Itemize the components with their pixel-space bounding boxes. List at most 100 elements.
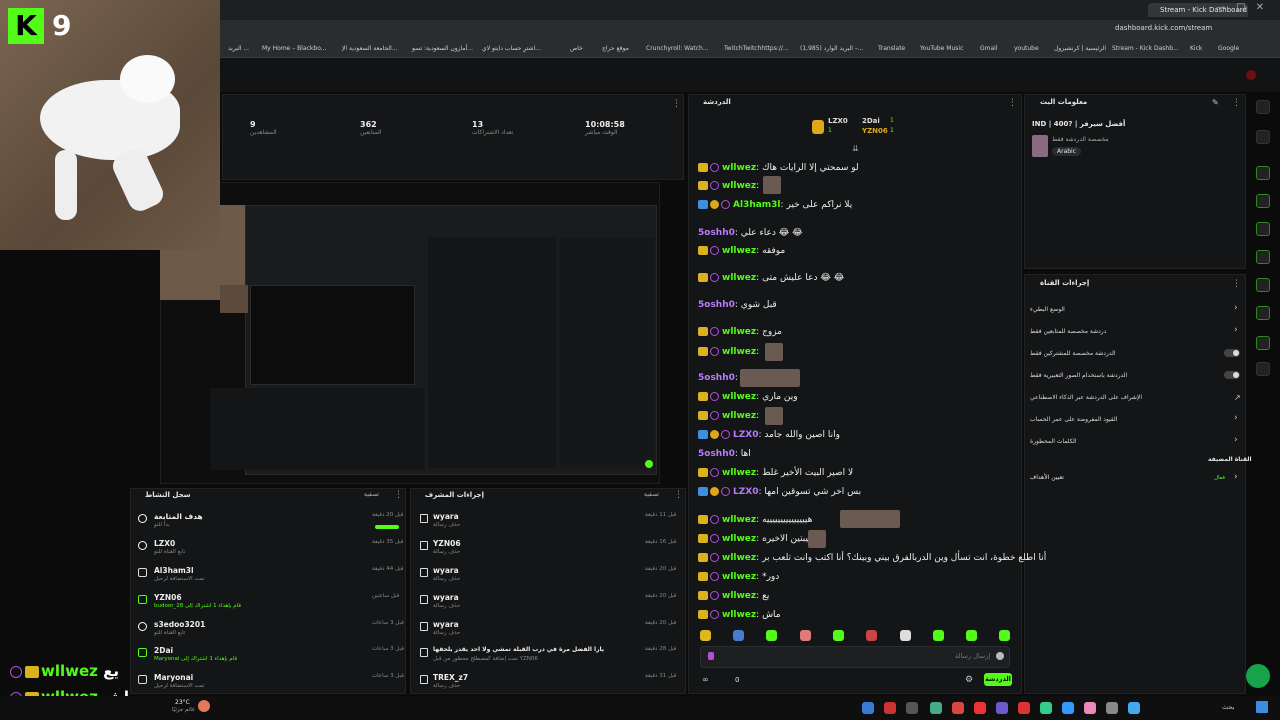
mod-action-name[interactable]: YZN06 [433, 539, 461, 548]
chat-message[interactable]: wllwez: ماش [698, 607, 781, 623]
activity-name[interactable]: 2Dai [154, 646, 173, 655]
side-rail-icon[interactable] [1256, 194, 1270, 208]
chat-username[interactable]: wllwez [722, 392, 756, 402]
chat-username[interactable]: wllwez [722, 610, 756, 620]
chat-username[interactable]: LZX0 [733, 487, 758, 497]
windows-start-icon[interactable] [1256, 701, 1268, 713]
chat-message[interactable]: wllwez: [698, 408, 759, 424]
stream-info-menu-icon[interactable]: ⋮ [1232, 98, 1241, 108]
emote-shortcut-icon[interactable] [800, 630, 811, 641]
chat-message[interactable]: wllwez: موفقه [698, 243, 785, 259]
chat-message[interactable]: 5oshh0: دعاء علي 😂 😂 [698, 225, 803, 241]
chat-username[interactable]: LZX0 [733, 430, 758, 440]
chat-username[interactable]: 5oshh0 [698, 449, 735, 459]
taskbar-app-icon[interactable] [974, 702, 986, 714]
emote-shortcut-icon[interactable] [933, 630, 944, 641]
window-controls[interactable]: —□✕ [1216, 2, 1274, 13]
activity-name[interactable]: هدف المتابعة [154, 512, 203, 521]
chat-username[interactable]: 5oshh0 [698, 373, 735, 383]
set-goals-label[interactable]: تعيين الأهداف [1030, 474, 1064, 481]
chat-send-button[interactable]: الدردشة [984, 673, 1012, 686]
bookmark-item[interactable]: البريد ... [228, 45, 249, 52]
emote-shortcut-icon[interactable] [733, 630, 744, 641]
emote-shortcut-icon[interactable] [766, 630, 777, 641]
chevron-right-icon[interactable]: › [1234, 303, 1238, 313]
bookmark-item[interactable]: Kick [1190, 45, 1202, 52]
chat-message[interactable]: wllwez: [698, 178, 759, 194]
bookmark-item[interactable]: YouTube Music [920, 45, 963, 52]
taskbar-app-icon[interactable] [930, 702, 942, 714]
chat-username[interactable]: wllwez [722, 246, 756, 256]
mod-action-name[interactable]: TREX_z7 [433, 673, 468, 682]
activity-name[interactable]: YZN06 [154, 593, 182, 602]
mod-filter[interactable]: تصفية [644, 491, 659, 498]
chat-username[interactable]: wllwez [722, 273, 756, 283]
chat-username[interactable]: wllwez [722, 327, 756, 337]
bookmark-item[interactable]: Stream - Kick Dashb... [1112, 45, 1179, 52]
side-rail-icon[interactable] [1256, 166, 1270, 180]
chat-menu-icon[interactable]: ⋮ [1008, 98, 1017, 108]
bookmark-item[interactable]: Gmail [980, 45, 998, 52]
activity-name[interactable]: Al3ham3l [154, 566, 194, 575]
bookmark-item[interactable]: youtube [1014, 45, 1039, 52]
side-rail-icon[interactable] [1256, 130, 1270, 144]
toggle-switch[interactable] [1224, 371, 1240, 379]
chat-message[interactable]: wllwez: دعا عليش متى 😂 😂 [698, 270, 844, 286]
chat-username[interactable]: 5oshh0 [698, 228, 735, 238]
mod-action-name[interactable]: يارا الفضل مرة في درب القبلة تمشي ولا اح… [433, 646, 604, 653]
stream-info-pencil-icon[interactable]: ✎ [1212, 98, 1219, 107]
taskbar-app-icon[interactable] [1062, 702, 1074, 714]
chat-message[interactable]: wllwez: لو سمحتي إلا الرايات هاك [698, 160, 859, 176]
channel-action-label[interactable]: الإشراف على الدردشة عبر الذكاء الاصطناعي [1030, 394, 1142, 401]
bookmark-item[interactable]: اشترِ حساب دايتو لاي... [482, 45, 541, 52]
bookmark-item[interactable]: الجامعة السعودية الإ... [342, 45, 398, 52]
chat-username[interactable]: wllwez [722, 534, 756, 544]
taskbar-app-icon[interactable] [1018, 702, 1030, 714]
channel-action-label[interactable]: الدردشة مخصصة للمشتركين فقط [1030, 350, 1115, 357]
taskbar-app-icon[interactable] [996, 702, 1008, 714]
channel-action-label[interactable]: القيود المفروضة على عمر الحساب [1030, 416, 1117, 423]
chat-username[interactable]: wllwez [722, 181, 756, 191]
taskbar-app-icon[interactable] [1084, 702, 1096, 714]
chat-username[interactable]: wllwez [722, 591, 756, 601]
taskbar-app-icon[interactable] [952, 702, 964, 714]
chat-username[interactable]: wllwez [722, 515, 756, 525]
side-rail-icon[interactable] [1256, 278, 1270, 292]
chat-bubble-fab-icon[interactable] [1246, 664, 1270, 688]
chat-message[interactable]: LZX0: وانا اصين والله جامد [698, 427, 840, 443]
activity-menu-icon[interactable]: ⋮ [394, 490, 403, 500]
emote-shortcut-icon[interactable] [966, 630, 977, 641]
chat-username[interactable]: 5oshh0 [698, 300, 735, 310]
chat-message[interactable]: wllwez: يع [698, 588, 769, 604]
live-indicator-icon[interactable] [1246, 70, 1256, 80]
taskbar-app-icon[interactable] [1040, 702, 1052, 714]
chevron-right-icon[interactable]: › [1234, 435, 1238, 445]
chat-username[interactable]: wllwez [722, 572, 756, 582]
side-rail-icon[interactable] [1256, 100, 1270, 114]
taskbar-app-icon[interactable] [862, 702, 874, 714]
activity-name[interactable]: LZX0 [154, 539, 175, 548]
emote-shortcut-icon[interactable] [900, 630, 911, 641]
chat-username[interactable]: wllwez [722, 411, 756, 421]
mod-action-name[interactable]: wyara [433, 593, 459, 602]
channel-action-label[interactable]: الدردشة باستخدام الصور التعبيرية فقط [1030, 372, 1127, 379]
chat-footer-icon[interactable]: ∞ [702, 675, 709, 684]
taskbar-app-icon[interactable] [884, 702, 896, 714]
mod-action-name[interactable]: wyara [433, 620, 459, 629]
side-rail-icon[interactable] [1256, 222, 1270, 236]
bookmark-item[interactable]: TwitchTwitchhttps://... [724, 45, 789, 52]
side-rail-icon[interactable] [1256, 250, 1270, 264]
chat-message[interactable]: wllwez: مزوج [698, 324, 782, 340]
chat-message[interactable]: wllwez: الليبتين الاخيره [698, 531, 816, 547]
emote-shortcut-icon[interactable] [700, 630, 711, 641]
chat-message[interactable]: wllwez: [698, 344, 759, 360]
channel-action-label[interactable]: دردشة مخصصة للمتابعين فقط [1030, 328, 1106, 335]
mod-menu-icon[interactable]: ⋮ [674, 490, 683, 500]
channel-action-label[interactable]: الكلمات المحظورة [1030, 438, 1077, 445]
chat-message[interactable]: wllwez: وين ماري [698, 389, 798, 405]
activity-name[interactable]: s3edoo3201 [154, 620, 205, 629]
side-rail-icon[interactable] [1256, 306, 1270, 320]
bookmark-item[interactable]: خاص [570, 45, 583, 52]
mod-action-name[interactable]: wyara [433, 512, 459, 521]
url-text[interactable]: dashboard.kick.com/stream [1115, 24, 1212, 32]
